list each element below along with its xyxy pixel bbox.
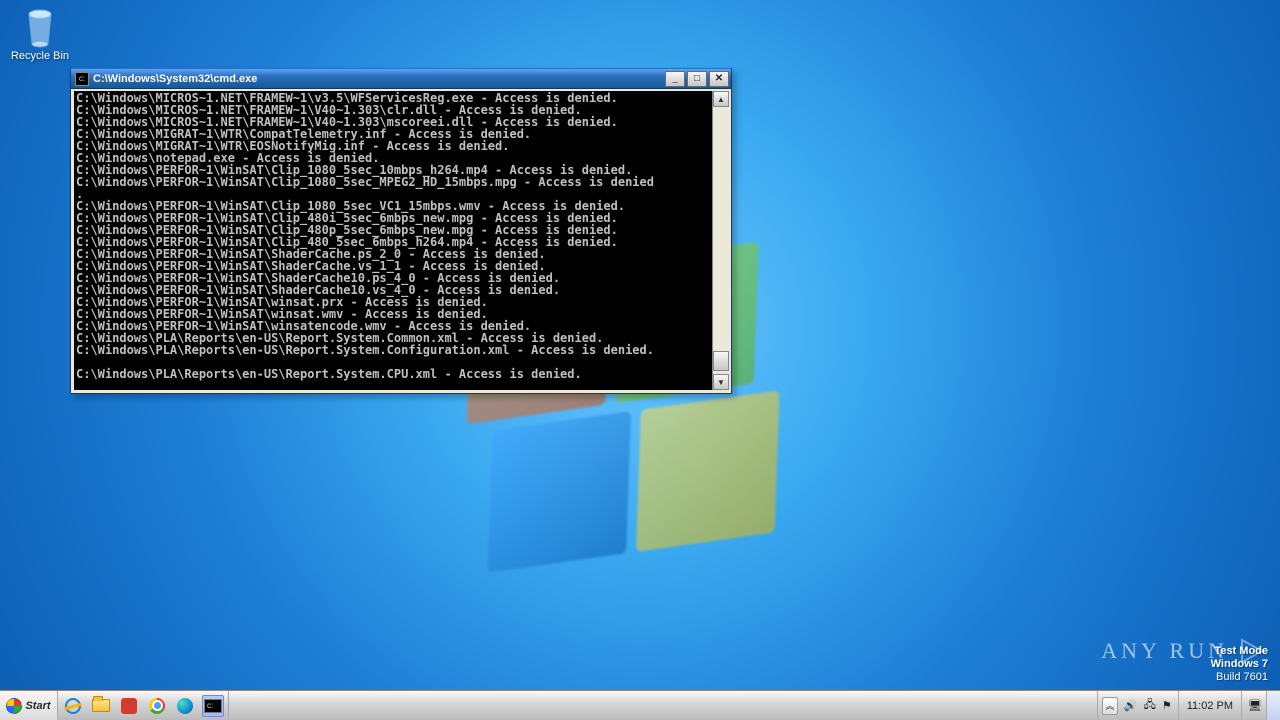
app-icon [121, 698, 137, 714]
taskbar-chrome[interactable] [146, 695, 168, 717]
build-line2: Windows 7 [1211, 658, 1268, 671]
taskbar-clock[interactable]: 11:02 PM [1178, 691, 1242, 720]
close-button[interactable]: ✕ [709, 71, 729, 87]
build-info: Test Mode Windows 7 Build 7601 [1211, 645, 1268, 684]
recycle-bin-label: Recycle Bin [10, 50, 70, 62]
scroll-thumb[interactable] [713, 351, 729, 371]
taskbar-app[interactable] [118, 695, 140, 717]
build-line1: Test Mode [1211, 645, 1268, 658]
watermark-text: ANY RUN [1101, 638, 1228, 664]
taskbar-edge[interactable] [174, 695, 196, 717]
cmd-window[interactable]: c: C:\Windows\System32\cmd.exe _ □ ✕ C:\… [70, 68, 732, 394]
terminal-scrollbar[interactable]: ▲ ▼ [712, 91, 728, 390]
desktop[interactable]: Recycle Bin c: C:\Windows\System32\cmd.e… [0, 0, 1280, 720]
chrome-icon [149, 698, 165, 714]
folder-icon [92, 699, 110, 712]
edge-icon [177, 698, 193, 714]
ie-icon [65, 698, 81, 714]
recycle-bin-icon[interactable]: Recycle Bin [10, 8, 70, 62]
window-title: C:\Windows\System32\cmd.exe [93, 73, 665, 85]
cmd-titlebar-icon: c: [75, 72, 89, 86]
taskbar[interactable]: Start c: ︽ 🔊 🖧 ⚑ 11:02 PM 🖥 [0, 690, 1280, 720]
taskbar-explorer[interactable] [90, 695, 112, 717]
tray-network-icon[interactable]: 🖧 [1144, 696, 1156, 715]
trash-icon [20, 8, 60, 48]
show-desktop-button[interactable] [1266, 691, 1280, 720]
terminal-output[interactable]: C:\Windows\MICROS~1.NET\FRAMEW~1\v3.5\WF… [74, 91, 712, 390]
build-line3: Build 7601 [1211, 671, 1268, 684]
windows-orb-icon [6, 698, 22, 714]
window-titlebar[interactable]: c: C:\Windows\System32\cmd.exe _ □ ✕ [71, 69, 731, 89]
start-label: Start [25, 700, 50, 712]
scroll-down-button[interactable]: ▼ [713, 374, 729, 390]
start-button[interactable]: Start [0, 691, 58, 720]
scroll-up-button[interactable]: ▲ [713, 91, 729, 107]
cmd-icon: c: [204, 699, 222, 713]
quick-launch: c: [58, 691, 229, 720]
tray-flag-icon[interactable]: ⚑ [1162, 699, 1172, 712]
tray-volume-icon[interactable]: 🔊 [1124, 699, 1138, 712]
taskbar-ie[interactable] [62, 695, 84, 717]
tray-monitor-icon[interactable]: 🖥 [1248, 699, 1262, 712]
tray-overflow-button[interactable]: ︽ [1102, 697, 1118, 715]
system-tray: ︽ 🔊 🖧 ⚑ 11:02 PM 🖥 [1097, 691, 1266, 720]
taskbar-spacer [229, 691, 1097, 720]
maximize-button[interactable]: □ [687, 71, 707, 87]
minimize-button[interactable]: _ [665, 71, 685, 87]
taskbar-cmd[interactable]: c: [202, 695, 224, 717]
